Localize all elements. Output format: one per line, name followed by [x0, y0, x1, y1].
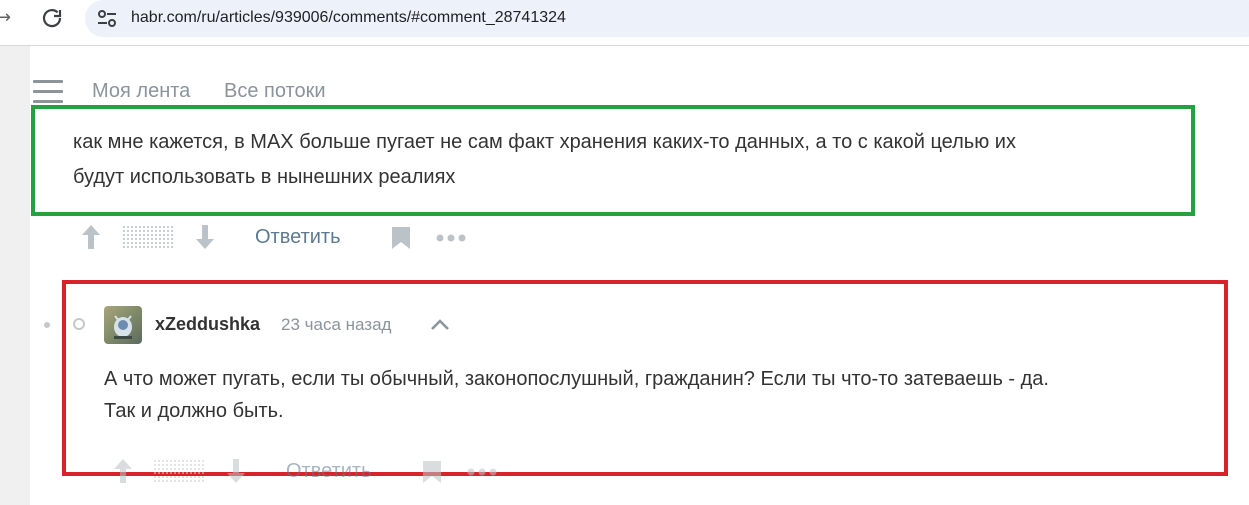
red-highlight-box	[62, 280, 1228, 476]
bookmark-icon[interactable]	[391, 226, 411, 250]
back-arrow-icon[interactable]: →	[0, 6, 16, 30]
reply-button[interactable]: Ответить	[255, 226, 341, 249]
nav-my-feed[interactable]: Моя лента	[92, 80, 190, 103]
reply-button[interactable]: Ответить	[286, 460, 372, 483]
menu-icon[interactable]	[33, 80, 63, 104]
upvote-icon[interactable]	[81, 224, 101, 250]
nav-all-streams[interactable]: Все потоки	[224, 80, 326, 103]
thread-line-dot	[44, 322, 50, 328]
bookmark-icon[interactable]	[422, 460, 442, 484]
reload-icon[interactable]	[40, 6, 64, 30]
score-placeholder-icon	[154, 460, 204, 484]
browser-toolbar: → habr.com/ru/articles/939006/comments/#…	[0, 0, 1249, 38]
downvote-icon[interactable]	[226, 458, 246, 484]
green-highlight-box	[31, 105, 1195, 216]
more-icon[interactable]	[467, 468, 497, 476]
site-settings-icon[interactable]	[96, 8, 118, 30]
score-placeholder-icon	[123, 226, 173, 250]
left-gutter	[0, 46, 30, 505]
url-text[interactable]: habr.com/ru/articles/939006/comments/#co…	[131, 9, 566, 27]
address-bar[interactable]: habr.com/ru/articles/939006/comments/#co…	[85, 0, 1249, 37]
chrome-divider	[0, 45, 1249, 46]
downvote-icon[interactable]	[195, 224, 215, 250]
more-icon[interactable]	[436, 234, 466, 242]
upvote-icon[interactable]	[113, 458, 133, 484]
